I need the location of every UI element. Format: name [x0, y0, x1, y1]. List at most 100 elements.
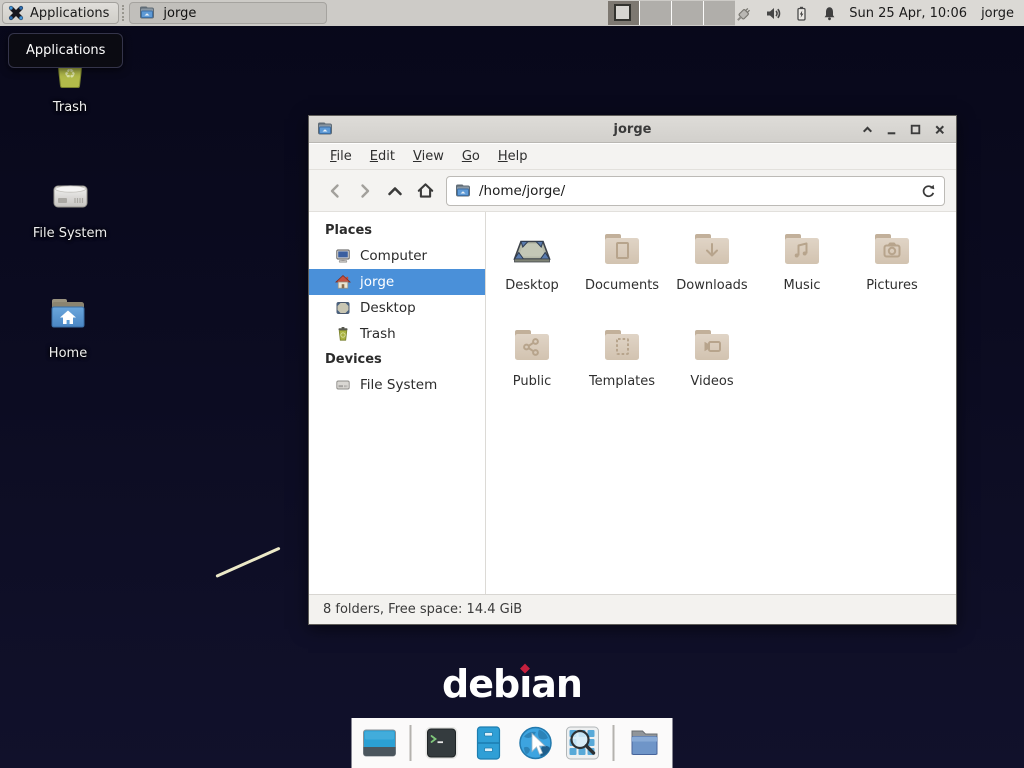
workspace-2[interactable]: [639, 1, 671, 25]
sidebar: Places Computer jorge Desktop Trash Devi…: [309, 212, 486, 594]
desktop-icon-file-system[interactable]: File System: [20, 171, 120, 241]
file-manager-window: jorge File Edit View Go Help: [308, 115, 957, 625]
home-folder-icon: [44, 291, 92, 339]
bottom-dock: [352, 718, 673, 768]
magnifier-grid-icon: [564, 724, 602, 762]
file-item-downloads[interactable]: Downloads: [667, 225, 757, 321]
logo-text-an: an: [531, 662, 582, 706]
desktop-icon-home[interactable]: Home: [18, 291, 118, 361]
notifications-icon[interactable]: [821, 5, 838, 22]
battery-icon[interactable]: [793, 5, 810, 22]
file-label: Music: [784, 278, 821, 293]
folder-launcher[interactable]: [626, 724, 664, 762]
desktop-icon-label: Home: [18, 346, 118, 361]
back-button[interactable]: [320, 176, 350, 206]
panel-username: jorge: [981, 6, 1014, 21]
applications-menu-button[interactable]: Applications: [2, 2, 119, 24]
file-label: Downloads: [676, 278, 747, 293]
sidebar-item-file-system[interactable]: File System: [309, 372, 485, 398]
file-item-desktop[interactable]: Desktop: [487, 225, 577, 321]
sidebar-item-label: Computer: [360, 248, 427, 264]
maximize-button[interactable]: [909, 123, 922, 136]
shade-button[interactable]: [861, 123, 874, 136]
menu-view[interactable]: View: [404, 146, 453, 167]
sidebar-item-jorge[interactable]: jorge: [309, 269, 485, 295]
video-folder-icon: [688, 321, 736, 369]
panel-handle[interactable]: [122, 5, 126, 21]
sidebar-item-computer[interactable]: Computer: [309, 243, 485, 269]
file-cabinet-icon: [470, 724, 508, 762]
workspace-1[interactable]: [608, 1, 639, 25]
location-bar[interactable]: /home/jorge/: [446, 176, 945, 206]
sidebar-item-label: Trash: [360, 326, 396, 342]
show-desktop-icon: [361, 724, 399, 762]
file-item-pictures[interactable]: Pictures: [847, 225, 937, 321]
file-item-templates[interactable]: Templates: [577, 321, 667, 417]
file-item-documents[interactable]: Documents: [577, 225, 667, 321]
folder-icon: [626, 724, 664, 762]
document-folder-icon: [598, 225, 646, 273]
reload-icon[interactable]: [920, 183, 936, 199]
file-item-public[interactable]: Public: [487, 321, 577, 417]
home-icon: [335, 274, 351, 290]
window-body: Places Computer jorge Desktop Trash Devi…: [309, 212, 956, 594]
workspace-3[interactable]: [671, 1, 703, 25]
taskbar-window-label: jorge: [163, 6, 196, 21]
file-item-music[interactable]: Music: [757, 225, 847, 321]
window-titlebar[interactable]: jorge: [309, 116, 956, 143]
forward-button[interactable]: [350, 176, 380, 206]
workspace-4[interactable]: [703, 1, 735, 25]
sidebar-item-label: File System: [360, 377, 437, 393]
sidebar-item-label: Desktop: [360, 300, 416, 316]
web-browser-launcher[interactable]: [517, 724, 555, 762]
forward-icon: [356, 182, 374, 200]
sidebar-places-header: Places: [309, 218, 485, 243]
desktop-icon: [335, 300, 351, 316]
menu-edit[interactable]: Edit: [361, 146, 404, 167]
minimize-button[interactable]: [885, 123, 898, 136]
panel-right-section: Sun 25 Apr, 10:06 jorge: [735, 0, 1024, 26]
applications-menu-label: Applications: [30, 6, 109, 21]
menu-go[interactable]: Go: [453, 146, 489, 167]
file-item-videos[interactable]: Videos: [667, 321, 757, 417]
sidebar-item-trash[interactable]: Trash: [309, 321, 485, 347]
sidebar-item-desktop[interactable]: Desktop: [309, 295, 485, 321]
music-folder-icon: [778, 225, 826, 273]
cursor-trail-line: [215, 547, 280, 578]
close-button[interactable]: [933, 123, 946, 136]
up-button[interactable]: [380, 176, 410, 206]
file-label: Documents: [585, 278, 659, 293]
file-label: Templates: [589, 374, 655, 389]
taskbar-window-button[interactable]: jorge: [129, 2, 327, 24]
status-text: 8 folders, Free space: 14.4 GiB: [323, 602, 522, 617]
status-bar: 8 folders, Free space: 14.4 GiB: [309, 594, 956, 624]
desktop-icon-label: File System: [20, 226, 120, 241]
terminal-launcher[interactable]: [423, 724, 461, 762]
clock[interactable]: Sun 25 Apr, 10:06: [849, 6, 967, 21]
workspace-switcher: [608, 1, 735, 25]
computer-icon: [335, 248, 351, 264]
application-finder-launcher[interactable]: [564, 724, 602, 762]
volume-icon[interactable]: [765, 5, 782, 22]
share-folder-icon: [508, 321, 556, 369]
applications-icon: [8, 5, 24, 21]
file-manager-launcher[interactable]: [470, 724, 508, 762]
template-folder-icon: [598, 321, 646, 369]
menu-help[interactable]: Help: [489, 146, 537, 167]
show-desktop-button[interactable]: [361, 724, 399, 762]
menu-file[interactable]: File: [321, 146, 361, 167]
menu-bar: File Edit View Go Help: [309, 144, 956, 170]
file-label: Public: [513, 374, 551, 389]
dock-separator: [613, 725, 615, 761]
network-icon[interactable]: [735, 4, 754, 23]
globe-icon: [517, 724, 555, 762]
dock-separator: [410, 725, 412, 761]
path-input[interactable]: /home/jorge/: [479, 183, 912, 199]
folder-icon: [455, 183, 471, 199]
file-view[interactable]: Desktop Documents Downloads: [486, 212, 956, 594]
top-panel: Applications jorge: [0, 0, 1024, 26]
home-button[interactable]: [410, 176, 440, 206]
terminal-icon: [423, 724, 461, 762]
file-grid: Desktop Documents Downloads: [486, 212, 946, 417]
file-label: Desktop: [505, 278, 559, 293]
